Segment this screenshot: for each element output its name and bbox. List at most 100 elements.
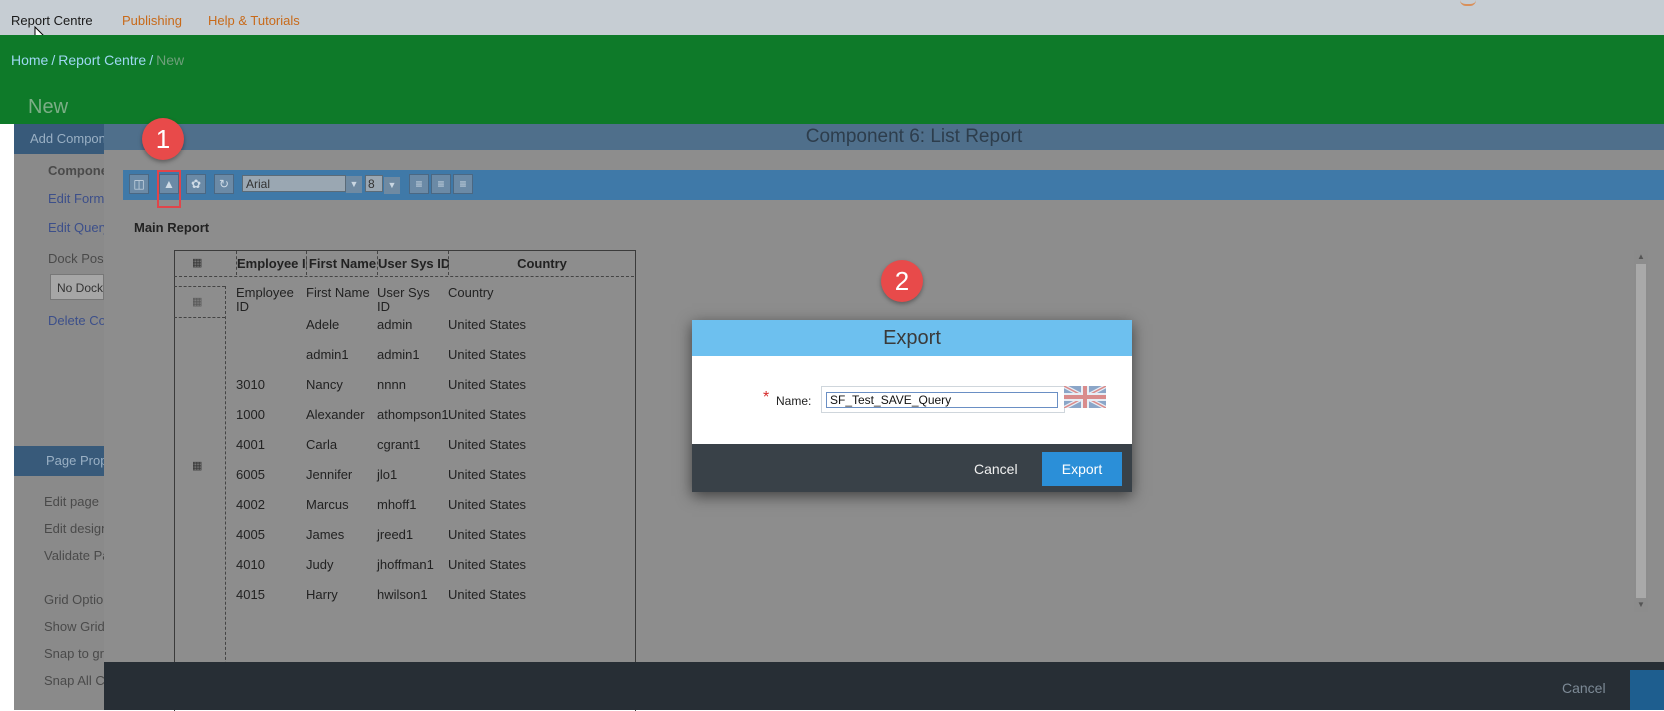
nav-publishing[interactable]: Publishing: [122, 13, 182, 28]
nav-help-tutorials[interactable]: Help & Tutorials: [208, 13, 300, 28]
align-right-icon[interactable]: ≡: [453, 174, 473, 194]
page-header: [0, 35, 1664, 124]
employee-id-cell: 1000: [236, 407, 265, 422]
dock-position-select[interactable]: No Docking: [50, 274, 104, 300]
required-marker: *: [763, 389, 770, 406]
country-cell: United States: [448, 317, 527, 332]
main-report-label: Main Report: [134, 220, 210, 235]
first-name-cell: Marcus: [306, 497, 349, 512]
align-left-icon[interactable]: ≡: [409, 174, 429, 194]
palette-icon[interactable]: ✿: [186, 174, 206, 194]
uk-flag-icon[interactable]: [1064, 386, 1106, 408]
page-properties-header[interactable]: Page Properties: [14, 446, 104, 476]
scroll-up-icon[interactable]: ▲: [1636, 252, 1646, 261]
country-cell: United States: [448, 407, 527, 422]
user-sys-id-cell: jlo1: [377, 467, 398, 482]
column-header-country[interactable]: Country: [448, 251, 635, 275]
user-sys-id-cell: nnnn: [377, 377, 406, 392]
chevron-down-icon[interactable]: ▼: [384, 177, 400, 194]
nav-report-centre[interactable]: Report Centre: [11, 13, 93, 28]
snap-to-grid-option[interactable]: Snap to grid: [44, 646, 104, 661]
dock-position-label: Dock Position: [48, 251, 104, 266]
field-employee-id-cell[interactable]: Employee ID: [236, 286, 304, 314]
chevron-down-icon[interactable]: ▼: [346, 176, 362, 193]
scroll-down-icon[interactable]: ▼: [1636, 600, 1646, 609]
component-ok-button[interactable]: [1630, 670, 1664, 710]
first-name-cell: Judy: [306, 557, 334, 572]
first-name-cell: Alexander: [306, 407, 365, 422]
top-nav-bar: Report Centre Publishing Help & Tutorial…: [0, 0, 1664, 35]
snap-all-components-option[interactable]: Snap All Components: [44, 673, 104, 688]
refresh-icon[interactable]: ↻: [214, 174, 234, 194]
table-header-icon[interactable]: ▦: [192, 256, 208, 269]
country-cell: United States: [448, 437, 527, 452]
component-dialog-footer: [104, 662, 1664, 710]
user-sys-id-cell: admin: [377, 317, 413, 332]
user-sys-id-cell: mhoff1: [377, 497, 417, 512]
breadcrumb-report-centre[interactable]: Report Centre: [58, 52, 146, 68]
field-user-sys-id-cell[interactable]: User Sys ID: [377, 286, 445, 314]
panel-item-edit-format[interactable]: Edit Format: [48, 191, 104, 206]
field-first-name-cell[interactable]: First Name: [306, 286, 374, 300]
user-sys-id-cell: cgrant1: [377, 437, 421, 452]
breadcrumb: Home / Report Centre / New: [11, 52, 184, 68]
font-family-select[interactable]: Arial: [242, 175, 346, 192]
column-header-user-sys-id[interactable]: User Sys ID: [377, 251, 449, 275]
name-label: Name:: [776, 394, 812, 408]
component-dialog-title: Component 6: List Report: [805, 126, 1023, 147]
first-name-cell: Adele: [306, 317, 340, 332]
first-name-cell: admin1: [306, 347, 349, 362]
breadcrumb-separator: /: [149, 52, 154, 68]
page-title: New: [28, 96, 69, 118]
scrollbar-thumb[interactable]: [1636, 264, 1646, 598]
panel-item-validate-page[interactable]: Validate Page: [44, 548, 104, 563]
first-name-cell: Harry: [306, 587, 338, 602]
add-component-header[interactable]: Add Component: [14, 124, 104, 154]
export-cancel-button[interactable]: Cancel: [974, 461, 1018, 477]
panel-item-component[interactable]: Component: [48, 163, 104, 178]
export-modal-title: Export: [692, 320, 1132, 356]
font-size-select[interactable]: 8: [365, 175, 383, 192]
panel-item-edit-design[interactable]: Edit design: [44, 521, 104, 536]
delete-component-link[interactable]: Delete Component: [48, 313, 104, 328]
table-row-icon[interactable]: ▦: [192, 295, 208, 308]
table-body-icon[interactable]: ▦: [192, 459, 208, 472]
employee-id-cell: 4015: [236, 587, 265, 602]
column-header-employee-id[interactable]: Employee ID: [236, 251, 307, 275]
export-confirm-button[interactable]: Export: [1042, 452, 1122, 486]
user-sys-id-cell: admin1: [377, 347, 420, 362]
employee-id-cell: 4005: [236, 527, 265, 542]
breadcrumb-home[interactable]: Home: [11, 52, 48, 68]
panel-item-edit-page[interactable]: Edit page: [44, 494, 104, 509]
panel-item-edit-query[interactable]: Edit Query: [48, 220, 104, 235]
grid-options-label: Grid Options: [44, 592, 104, 607]
country-cell: United States: [448, 347, 527, 362]
employee-id-cell: 6005: [236, 467, 265, 482]
employee-id-cell: 3010: [236, 377, 265, 392]
export-name-input[interactable]: [826, 392, 1058, 408]
component-cancel-button[interactable]: Cancel: [1562, 680, 1606, 696]
field-country-cell[interactable]: Country: [448, 286, 628, 300]
user-sys-id-cell: jhoffman1: [377, 557, 434, 572]
employee-id-cell: 4002: [236, 497, 265, 512]
align-center-icon[interactable]: ≡: [431, 174, 451, 194]
country-cell: United States: [448, 467, 527, 482]
first-name-cell: Nancy: [306, 377, 343, 392]
employee-id-cell: 4010: [236, 557, 265, 572]
show-grid-option[interactable]: Show Grid: [44, 619, 104, 634]
breadcrumb-separator: /: [51, 52, 56, 68]
step-badge-1: 1: [142, 118, 184, 160]
user-sys-id-cell: jreed1: [377, 527, 414, 542]
first-name-cell: James: [306, 527, 345, 542]
country-cell: United States: [448, 557, 527, 572]
report-band-divider: [225, 286, 226, 710]
user-sys-id-cell: hwilson1: [377, 587, 428, 602]
first-name-cell: Jennifer: [306, 467, 353, 482]
database-icon[interactable]: ◫: [129, 174, 149, 194]
column-header-first-name[interactable]: First Name: [306, 251, 378, 275]
user-sys-id-cell: athompson1: [377, 407, 449, 422]
first-name-cell: Carla: [306, 437, 338, 452]
country-cell: United States: [448, 377, 527, 392]
country-cell: United States: [448, 497, 527, 512]
country-cell: United States: [448, 587, 527, 602]
